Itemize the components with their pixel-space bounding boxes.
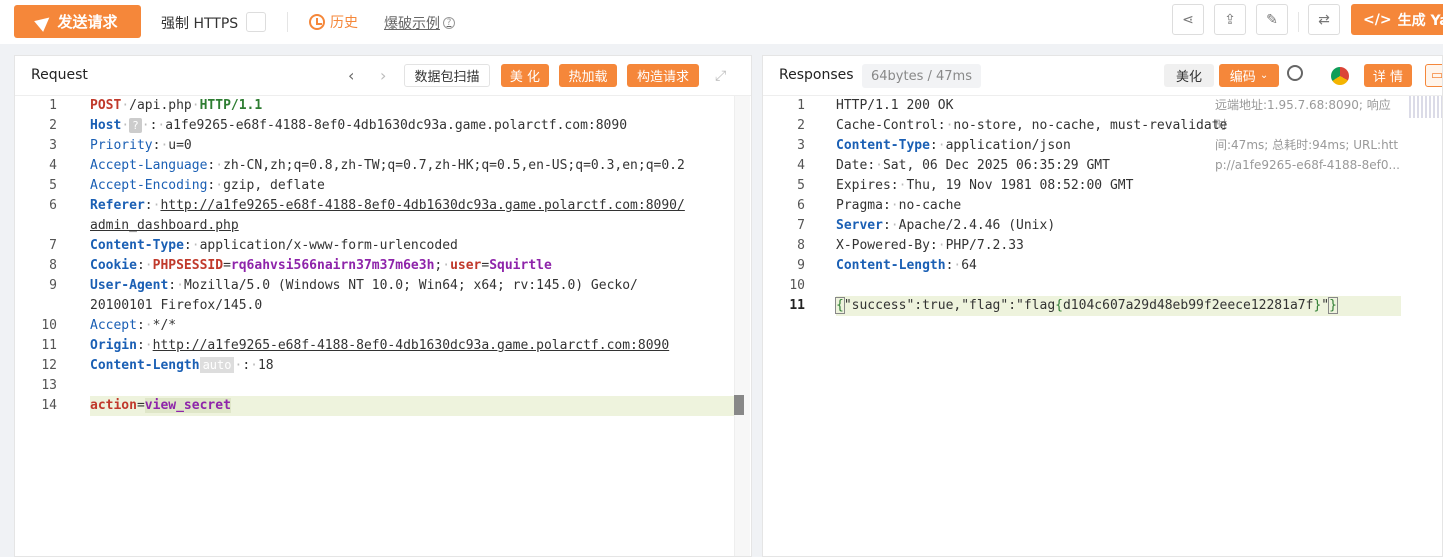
encoding-label: 编码 <box>1229 70 1256 85</box>
clock-icon <box>309 14 325 30</box>
details-button[interactable]: 详 情 <box>1364 64 1412 87</box>
send-request-button[interactable]: 发送请求 <box>14 5 141 38</box>
brute-example-link[interactable]: 爆破示例 ? <box>384 13 455 33</box>
chevron-down-icon: ⌄ <box>1259 70 1269 81</box>
help-icon[interactable]: ? <box>443 17 455 29</box>
build-request-button[interactable]: 构造请求 <box>627 64 699 87</box>
history-button[interactable]: 历史 <box>309 12 358 32</box>
chevron-left-icon[interactable]: ‹ <box>348 66 354 85</box>
size-badge: 64bytes / 47ms <box>862 64 981 88</box>
response-editor[interactable]: 1 HTTP/1.1 200 OK 2 Cache-Control:·no-stor… <box>763 96 1442 556</box>
request-title: Request <box>31 67 88 83</box>
swap-icon[interactable]: ⇄ <box>1308 4 1340 35</box>
request-panel: Request ‹ › 数据包扫描 美 化 热加载 构造请求 ⤢ 1 POST·/… <box>14 55 752 557</box>
force-https-checkbox[interactable] <box>246 12 266 32</box>
send-label: 发送请求 <box>57 13 118 31</box>
beautify-button[interactable]: 美 化 <box>501 64 549 87</box>
edit-icon[interactable]: ✎ <box>1256 4 1288 35</box>
response-header: Responses 64bytes / 47ms 美化 编码 ⌄ 详 情 ▭ <box>763 56 1442 96</box>
force-https-label: 强制 HTTPS <box>161 16 239 32</box>
response-panel: Responses 64bytes / 47ms 美化 编码 ⌄ 详 情 ▭ 远… <box>762 55 1443 557</box>
send-icon <box>34 11 55 32</box>
generate-label: 生成 Yam <box>1397 12 1443 29</box>
hotload-button[interactable]: 热加载 <box>559 64 617 87</box>
scroll-thumb[interactable] <box>734 395 744 415</box>
request-editor[interactable]: 1 POST·/api.php·HTTP/1.1 2 Host·? ·:·a1fe92… <box>15 96 751 556</box>
brute-label: 爆破示例 <box>384 16 440 32</box>
encoding-dropdown[interactable]: 编码 ⌄ <box>1219 64 1279 87</box>
divider <box>1298 12 1299 32</box>
response-beautify-button[interactable]: 美化 <box>1164 64 1214 87</box>
search-icon[interactable] <box>1287 65 1303 81</box>
chrome-icon[interactable] <box>1331 67 1349 85</box>
request-header: Request ‹ › 数据包扫描 美 化 热加载 构造请求 ⤢ <box>15 56 751 96</box>
divider <box>287 12 288 32</box>
share-icon[interactable]: ⋖ <box>1172 4 1204 35</box>
code-icon: </> <box>1363 11 1392 28</box>
response-title: Responses <box>779 67 854 83</box>
expand-icon[interactable]: ⤢ <box>715 68 726 84</box>
history-label: 历史 <box>330 15 358 31</box>
generate-yaml-button[interactable]: </> 生成 Yam <box>1351 4 1443 35</box>
top-toolbar: 发送请求 强制 HTTPS 历史 爆破示例 ? ⋖ ⇪ ✎ ⇄ </> 生成 Y… <box>0 0 1443 44</box>
chevron-right-icon[interactable]: › <box>380 66 386 85</box>
request-scrollbar[interactable] <box>734 96 750 556</box>
comment-icon[interactable]: ▭ <box>1425 64 1442 87</box>
export-icon[interactable]: ⇪ <box>1214 4 1246 35</box>
packet-scan-button[interactable]: 数据包扫描 <box>404 64 490 87</box>
